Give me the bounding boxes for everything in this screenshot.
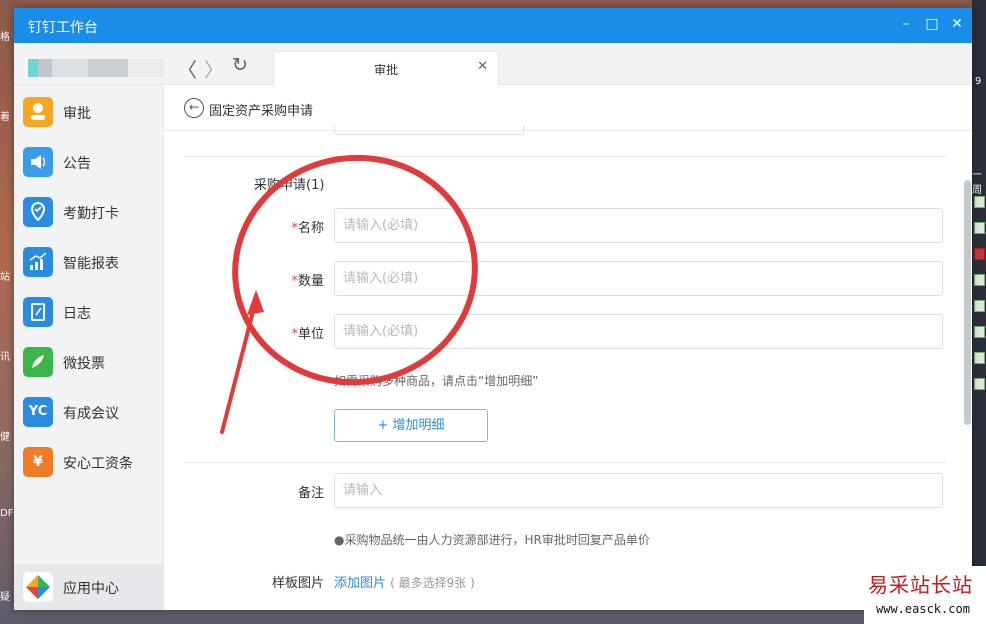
approval-icon <box>23 97 53 127</box>
field-label-sample-image: 样板图片 <box>271 576 324 591</box>
desktop-file-icon[interactable] <box>974 326 985 338</box>
tab-label: 审批 <box>373 63 398 77</box>
window-title: 钉钉工作台 <box>28 20 98 36</box>
desktop-right-strip: 9 一周 <box>972 0 986 624</box>
watermark: 易采站长站 www.easck.com <box>864 566 986 624</box>
user-info-blurred <box>28 59 164 77</box>
announcement-icon <box>23 147 53 177</box>
desktop-label: 站 <box>0 272 10 283</box>
log-icon <box>23 297 53 327</box>
desktop-left-strip: 格 着 站 讯 健 DF 疑 <box>0 0 14 624</box>
desktop-file-icon[interactable] <box>974 196 985 208</box>
report-icon <box>23 247 53 277</box>
main-content: ← 固定资产采购申请 采购申请(1) *名称 *数量 *单位 如需采购多种商品，… <box>164 85 972 610</box>
sidebar-item-label: 考勤打卡 <box>63 206 119 222</box>
sidebar-item-label: 公告 <box>63 156 91 172</box>
sidebar-item-approval[interactable]: 审批 <box>14 89 164 137</box>
sidebar-item-log[interactable]: 日志 <box>14 289 164 337</box>
watermark-title: 易采站长站 <box>868 573 973 597</box>
desktop-label: 9 <box>975 76 982 87</box>
sidebar-item-app-center[interactable]: 应用中心 <box>14 564 164 610</box>
field-label-unit: *单位 <box>291 327 324 342</box>
desktop-file-icon[interactable] <box>974 352 985 364</box>
desktop-label: 健 <box>0 432 10 443</box>
scrollbar[interactable] <box>964 180 971 425</box>
title-bar[interactable]: 钉钉工作台 – □ ✕ <box>14 8 972 43</box>
desktop-file-icon[interactable] <box>974 248 985 260</box>
remark-input[interactable] <box>334 473 943 508</box>
desktop-file-icon[interactable] <box>974 300 985 312</box>
unit-input[interactable] <box>334 314 943 349</box>
field-label-remark: 备注 <box>297 486 324 501</box>
sidebar-item-label: 有成会议 <box>63 406 119 422</box>
remark-hint: ●采购物品统一由人力资源部进行，HR审批时回复产品单价 <box>334 533 650 547</box>
page-title: 固定资产采购申请 <box>209 104 314 119</box>
sidebar-item-checkin[interactable]: 考勤打卡 <box>14 189 164 237</box>
desktop-file-icon[interactable] <box>974 222 985 234</box>
desktop-label: 讯 <box>0 352 10 363</box>
sidebar-item-vote[interactable]: 微投票 <box>14 339 164 387</box>
back-arrow-icon[interactable]: 〈 <box>177 54 197 83</box>
desktop-label: 一周 <box>972 170 982 196</box>
sidebar-item-announcement[interactable]: 公告 <box>14 139 164 187</box>
divider <box>184 462 946 463</box>
divider <box>184 156 946 157</box>
back-circle-icon[interactable]: ← <box>184 98 204 118</box>
add-image-link[interactable]: 添加图片 <box>334 576 386 591</box>
meeting-icon: YC <box>23 397 53 427</box>
minimize-button[interactable]: – <box>898 16 914 32</box>
forward-arrow-icon[interactable]: 〉 <box>204 54 224 83</box>
desktop-file-icon[interactable] <box>974 274 985 286</box>
image-limit-text: ( 最多选择9张 ) <box>390 576 475 590</box>
sidebar-item-label: 审批 <box>63 106 91 122</box>
sidebar-item-label: 安心工资条 <box>63 456 133 472</box>
sidebar: 审批 公告 考勤打卡 智能报表 日志 微投票 YC 有成会议 ¥ 安心工资条 应… <box>14 85 164 610</box>
desktop-label: DF <box>0 508 14 519</box>
watermark-url: www.easck.com <box>876 602 970 616</box>
add-detail-button[interactable]: + 增加明细 <box>334 409 488 442</box>
sidebar-item-label: 微投票 <box>63 356 105 372</box>
maximize-button[interactable]: □ <box>924 16 940 32</box>
field-label-quantity: *数量 <box>291 274 324 289</box>
field-label-name: *名称 <box>291 221 324 236</box>
tab-approval[interactable]: 审批 ✕ <box>273 51 499 85</box>
sidebar-item-label: 日志 <box>63 306 91 322</box>
close-button[interactable]: ✕ <box>949 16 965 32</box>
section-title: 采购申请(1) <box>254 178 325 193</box>
vote-icon <box>23 347 53 377</box>
sidebar-item-report[interactable]: 智能报表 <box>14 239 164 287</box>
quantity-input[interactable] <box>334 261 943 296</box>
image-picker: 添加图片 ( 最多选择9张 ) <box>334 572 475 591</box>
desktop-file-icon[interactable] <box>974 378 985 390</box>
plus-icon: + <box>377 418 389 433</box>
multi-item-hint: 如需采购多种商品，请点击“增加明细” <box>334 374 539 388</box>
desktop-label: 格 <box>0 32 10 43</box>
payslip-icon: ¥ <box>23 447 53 477</box>
toolbar: 〈 〉 ↻ 审批 ✕ <box>14 43 972 85</box>
page-header: ← 固定资产采购申请 <box>164 85 972 131</box>
desktop-label: 疑 <box>0 592 10 603</box>
sidebar-item-meeting[interactable]: YC 有成会议 <box>14 389 164 437</box>
tab-close-icon[interactable]: ✕ <box>477 59 488 74</box>
checkin-icon <box>23 197 53 227</box>
name-input[interactable] <box>334 208 943 243</box>
dingtalk-window: 钉钉工作台 – □ ✕ 〈 〉 ↻ 审批 ✕ 审批 公告 考勤打卡 智能报表 日… <box>14 8 972 610</box>
previous-field-edge[interactable] <box>334 125 524 135</box>
sidebar-item-label: 智能报表 <box>63 256 119 272</box>
desktop-label: 着 <box>0 112 10 123</box>
sidebar-item-label: 应用中心 <box>63 581 119 597</box>
sidebar-item-payslip[interactable]: ¥ 安心工资条 <box>14 439 164 487</box>
add-detail-label: 增加明细 <box>392 418 445 433</box>
refresh-icon[interactable]: ↻ <box>232 54 248 76</box>
app-center-icon <box>23 572 53 602</box>
